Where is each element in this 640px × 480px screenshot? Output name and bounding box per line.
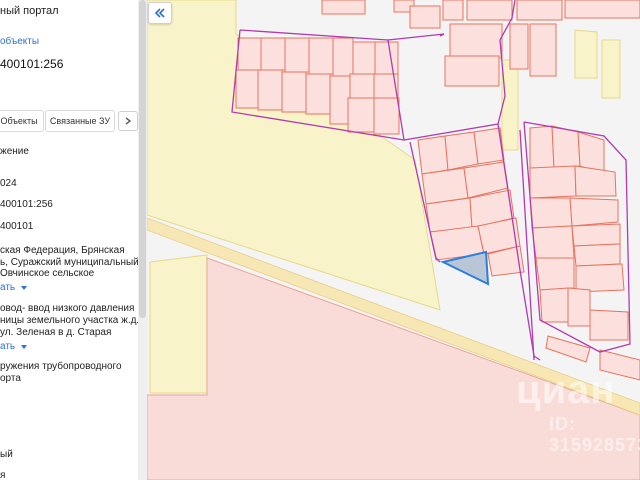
tab-related[interactable]: Связанные ЗУ [45, 110, 115, 132]
tab-bar: Объекты Связанные ЗУ [0, 110, 138, 132]
double-chevron-left-icon [154, 8, 165, 18]
tab-objects-label: Объекты [0, 116, 38, 126]
watermark-text: циан [516, 368, 616, 412]
bottom-line-1: ый [0, 449, 13, 460]
cadastral-map[interactable]: циан ID: 315928573 [147, 0, 640, 480]
bottom-line-2: я [0, 470, 6, 480]
yellow-zone [601, 39, 621, 99]
show-more-label: ать [0, 341, 16, 352]
parcel-block-3 [529, 125, 640, 381]
yellow-zone [501, 59, 519, 151]
quarter-value: 400101 [0, 221, 34, 232]
info-panel: ный портал объекты 400101:256 Объекты Св… [0, 0, 139, 480]
objects-link[interactable]: объекты [0, 36, 39, 47]
yellow-zone [574, 29, 598, 79]
watermark-id: ID: 315928573 [549, 414, 640, 455]
address-line-1: ская Федерация, Брянская [0, 245, 125, 256]
date-value: 024 [0, 178, 17, 189]
scrollbar-thumb[interactable] [139, 0, 146, 318]
portal-title: ный портал [0, 5, 59, 17]
structure-line-2: орта [0, 373, 21, 384]
chevron-down-icon [21, 285, 28, 290]
purpose-line-2: ницы земельного участка ж.д. [0, 315, 139, 326]
tab-objects[interactable]: Объекты [0, 110, 44, 132]
location-label: жение [0, 146, 29, 157]
cad-number-value: 400101:256 [0, 199, 53, 210]
show-more-purpose-button[interactable]: ать [0, 341, 28, 352]
tab-related-label: Связанные ЗУ [49, 116, 111, 126]
show-more-address-button[interactable]: ать [0, 282, 28, 293]
address-line-2: ь, Суражский муниципальный [0, 257, 139, 268]
chevron-right-icon [125, 117, 132, 125]
tab-scroll-right-button[interactable] [118, 111, 138, 131]
cadastral-number-heading: 400101:256 [0, 57, 64, 71]
yellow-zone [149, 254, 208, 394]
address-line-3: Овчинское сельское [0, 268, 95, 279]
panel-scrollbar[interactable] [138, 0, 147, 480]
purpose-line-3: ул. Зеленая в д. Старая [0, 327, 112, 338]
chevron-down-icon [21, 344, 28, 349]
structure-line-1: ружения трубопроводного [0, 361, 122, 372]
collapse-panel-button[interactable] [148, 2, 172, 24]
purpose-line-1: овод- ввод низкого давления [0, 303, 135, 314]
show-more-label: ать [0, 282, 16, 293]
